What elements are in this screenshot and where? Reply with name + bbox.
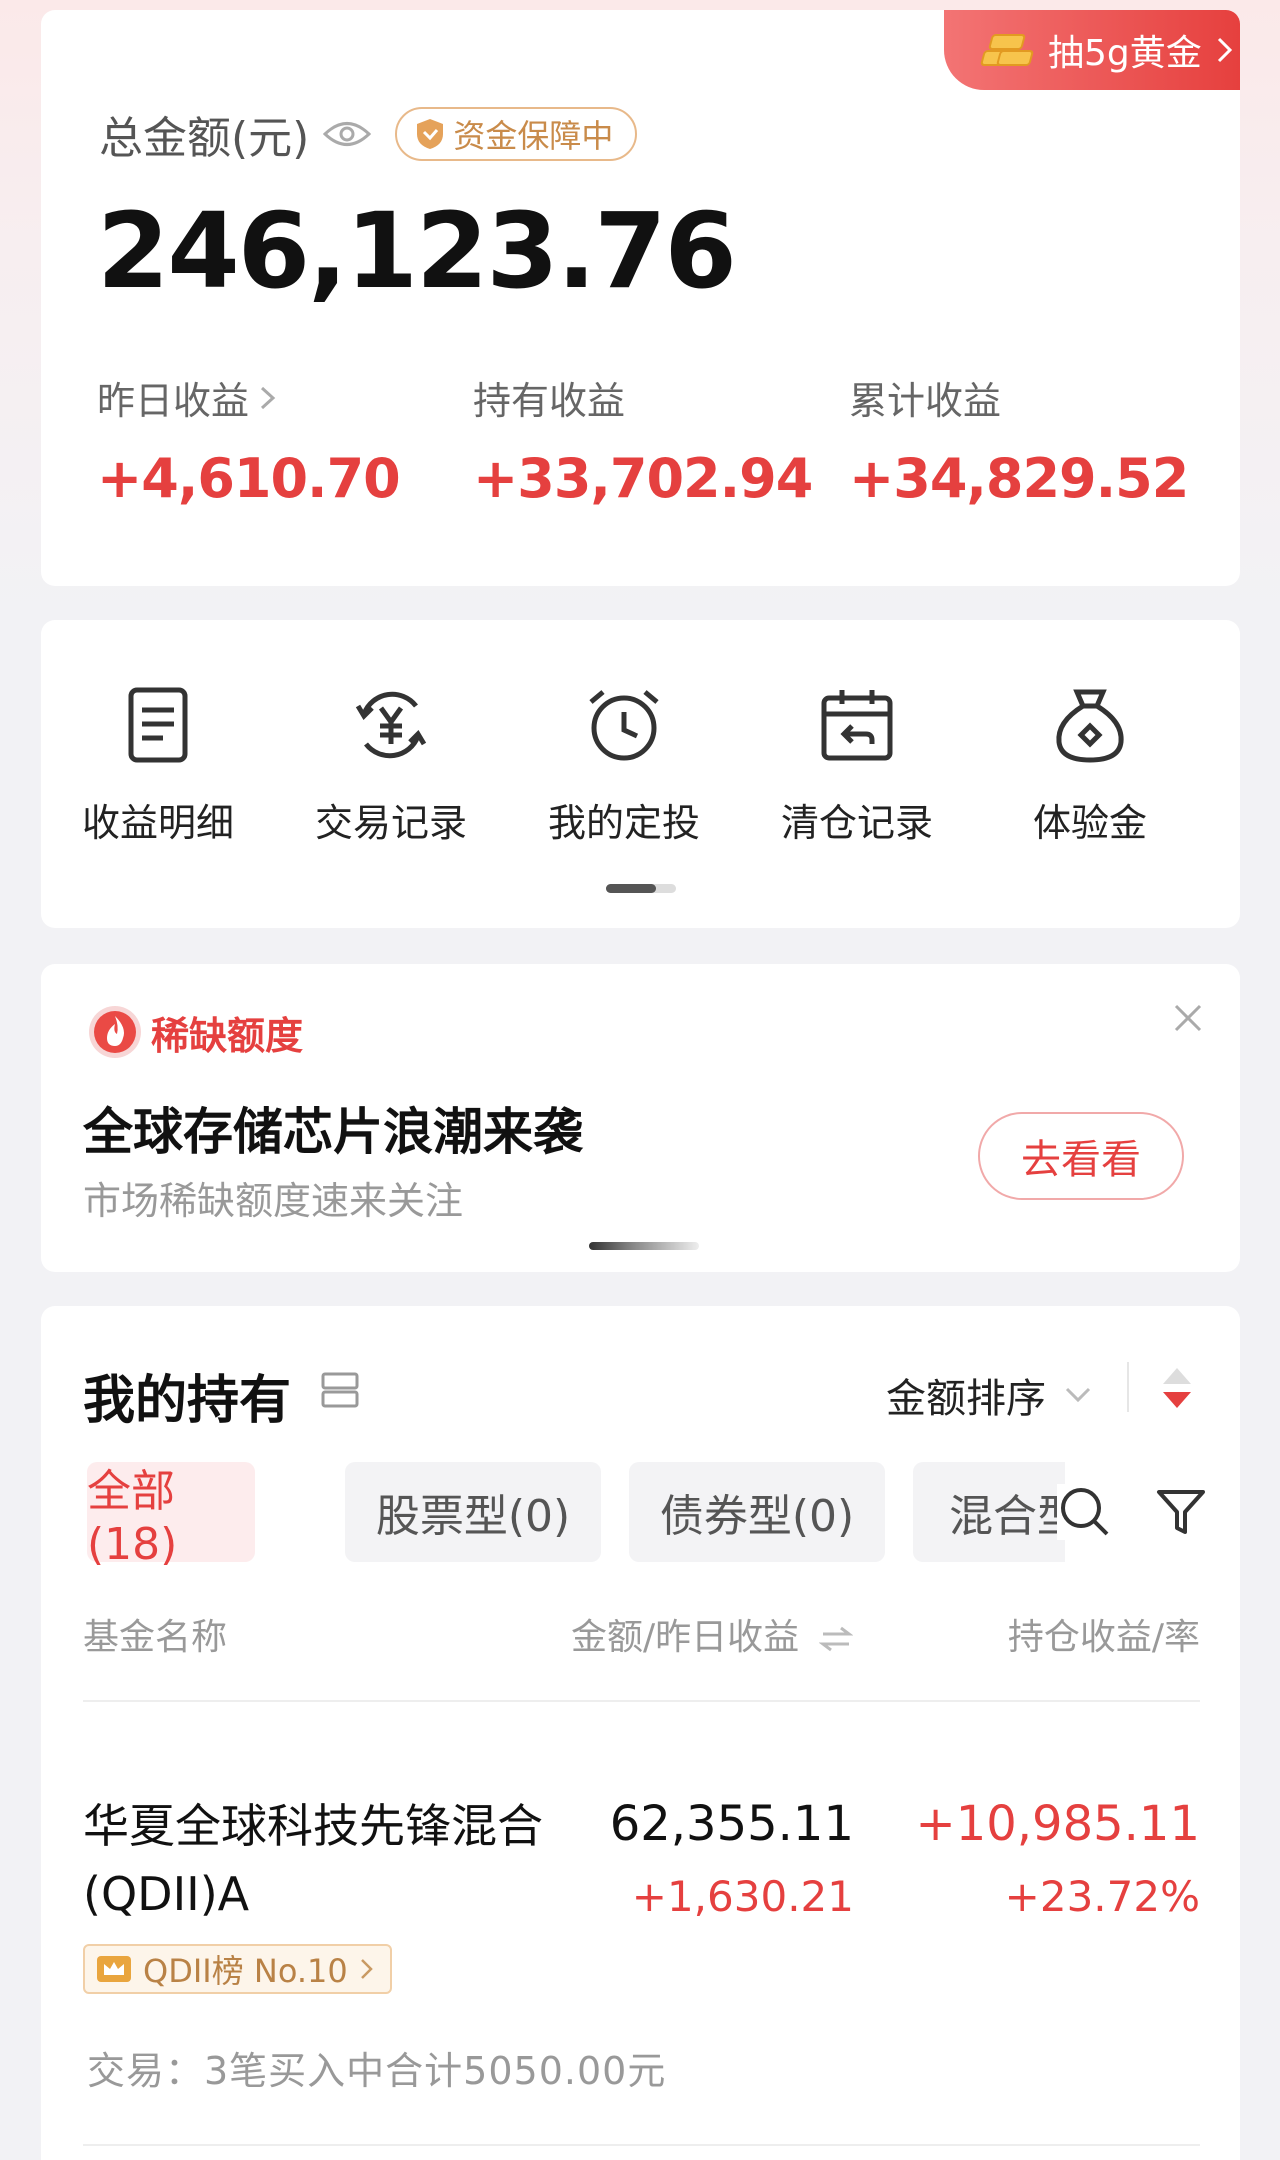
banner-subtitle: 市场稀缺额度速来关注 (83, 1179, 464, 1223)
promo-banner-card[interactable]: 稀缺额度 全球存储芯片浪潮来袭 市场稀缺额度速来关注 去看看 (41, 964, 1240, 1272)
go-see-button[interactable]: 去看看 (978, 1112, 1184, 1200)
total-amount-value: 246,123.76 (97, 190, 737, 312)
gold-lottery-label: 抽5g黄金 (1048, 33, 1202, 74)
chevron-right-icon (360, 1959, 373, 1979)
scarce-quota-label: 稀缺额度 (151, 1013, 304, 1058)
action-label: 收益明细 (81, 801, 234, 845)
sort-dropdown-label: 金额排序 (886, 1376, 1046, 1422)
holding-earnings: 持有收益 +33,702.94 (473, 370, 813, 510)
swap-icon (818, 1626, 854, 1652)
fund-protection-label: 资金保障中 (453, 117, 614, 155)
filter-chip-stock[interactable]: 股票型(0) (345, 1462, 601, 1562)
banner-title: 全球存储芯片浪潮来袭 (83, 1103, 583, 1161)
holdings-title: 我的持有 (83, 1371, 292, 1431)
column-fund-name: 基金名称 (83, 1617, 228, 1658)
quick-actions-card: 收益明细 交易记录 我的定投 清仓记录 体验金 (41, 620, 1240, 928)
action-clearance-records[interactable]: 清仓记录 (740, 684, 974, 847)
document-icon (128, 687, 188, 763)
filter-chip-mixed[interactable]: 混合型 (913, 1462, 1065, 1562)
shield-icon (417, 119, 444, 149)
gold-bars-icon (979, 30, 1035, 70)
filter-chip-bond[interactable]: 债券型(0) (629, 1462, 885, 1562)
yesterday-earnings-label: 昨日收益 (97, 379, 250, 423)
column-amount-label: 金额/昨日收益 (571, 1617, 800, 1658)
calendar-return-icon (821, 690, 893, 761)
divider (83, 2144, 1200, 2146)
holding-earnings-label: 持有收益 (473, 379, 626, 423)
eye-icon[interactable] (323, 119, 372, 149)
filter-chip-mixed-clip: 混合型 (913, 1462, 1065, 1562)
fund-holding-profit: +10,985.11 (915, 1796, 1200, 1852)
fund-rank-badge[interactable]: QDII榜 No.10 (83, 1944, 392, 1994)
cumulative-earnings-label: 累计收益 (849, 379, 1002, 423)
fund-rank-label: QDII榜 No.10 (143, 1952, 348, 1990)
filter-icon[interactable] (1155, 1486, 1207, 1538)
scarce-quota-tag: 稀缺额度 (87, 1004, 303, 1060)
total-amount-label: 总金额(元) (99, 113, 310, 164)
fund-name: 华夏全球科技先锋混合(QDII)A (83, 1799, 543, 1921)
banner-pager (589, 1242, 699, 1250)
action-earnings-detail[interactable]: 收益明细 (41, 684, 275, 847)
divider (1127, 1362, 1129, 1412)
money-bag-icon (1056, 689, 1124, 763)
action-label: 我的定投 (547, 801, 700, 845)
yesterday-earnings-value: +4,610.70 (97, 447, 401, 510)
chevron-down-icon (1065, 1387, 1091, 1403)
action-label: 交易记录 (314, 801, 467, 845)
fund-yesterday-earnings: +1,630.21 (631, 1872, 854, 1921)
divider (83, 1700, 1200, 1702)
flame-icon (89, 1006, 141, 1058)
alarm-clock-icon (589, 690, 659, 761)
list-view-icon[interactable] (319, 1370, 361, 1410)
holding-earnings-value: +33,702.94 (473, 447, 813, 510)
action-auto-invest[interactable]: 我的定投 (507, 684, 741, 847)
yesterday-earnings[interactable]: 昨日收益 +4,610.70 (97, 370, 401, 510)
asset-summary-card: 抽5g黄金 总金额(元) 资金保障中 246,123.76 昨日收益 +4,61… (41, 10, 1240, 586)
sort-dropdown[interactable]: 金额排序 (886, 1366, 1092, 1424)
fund-protection-badge[interactable]: 资金保障中 (395, 107, 638, 161)
sort-order-icon[interactable] (1159, 1364, 1195, 1412)
gold-lottery-tab[interactable]: 抽5g黄金 (944, 10, 1240, 90)
fund-profit-rate: +23.72% (1004, 1872, 1200, 1921)
action-trade-records[interactable]: 交易记录 (274, 684, 508, 847)
action-trial-fund[interactable]: 体验金 (973, 684, 1207, 847)
search-icon[interactable] (1057, 1484, 1113, 1540)
yuan-cycle-icon (355, 691, 427, 759)
cumulative-earnings-value: +34,829.52 (849, 447, 1189, 510)
actions-pager (606, 884, 676, 893)
column-amount[interactable]: 金额/昨日收益 (571, 1608, 854, 1660)
fund-amount: 62,355.11 (609, 1796, 854, 1852)
cumulative-earnings: 累计收益 +34,829.52 (849, 370, 1189, 510)
action-label: 体验金 (1032, 801, 1147, 845)
holdings-card: 我的持有 金额排序 全部(18) 股票型(0) 债券型(0) 混合型 基金名称 … (41, 1306, 1240, 2160)
chevron-right-icon (261, 386, 276, 409)
close-icon[interactable] (1172, 1002, 1204, 1034)
column-holding-profit: 持仓收益/率 (1007, 1617, 1200, 1658)
chevron-right-icon (1217, 37, 1232, 63)
fund-trade-info: 交易：3笔买入中合计5050.00元 (87, 2049, 667, 2093)
action-label: 清仓记录 (780, 801, 933, 845)
crown-icon (97, 1956, 131, 1982)
filter-chip-all[interactable]: 全部(18) (87, 1462, 255, 1570)
